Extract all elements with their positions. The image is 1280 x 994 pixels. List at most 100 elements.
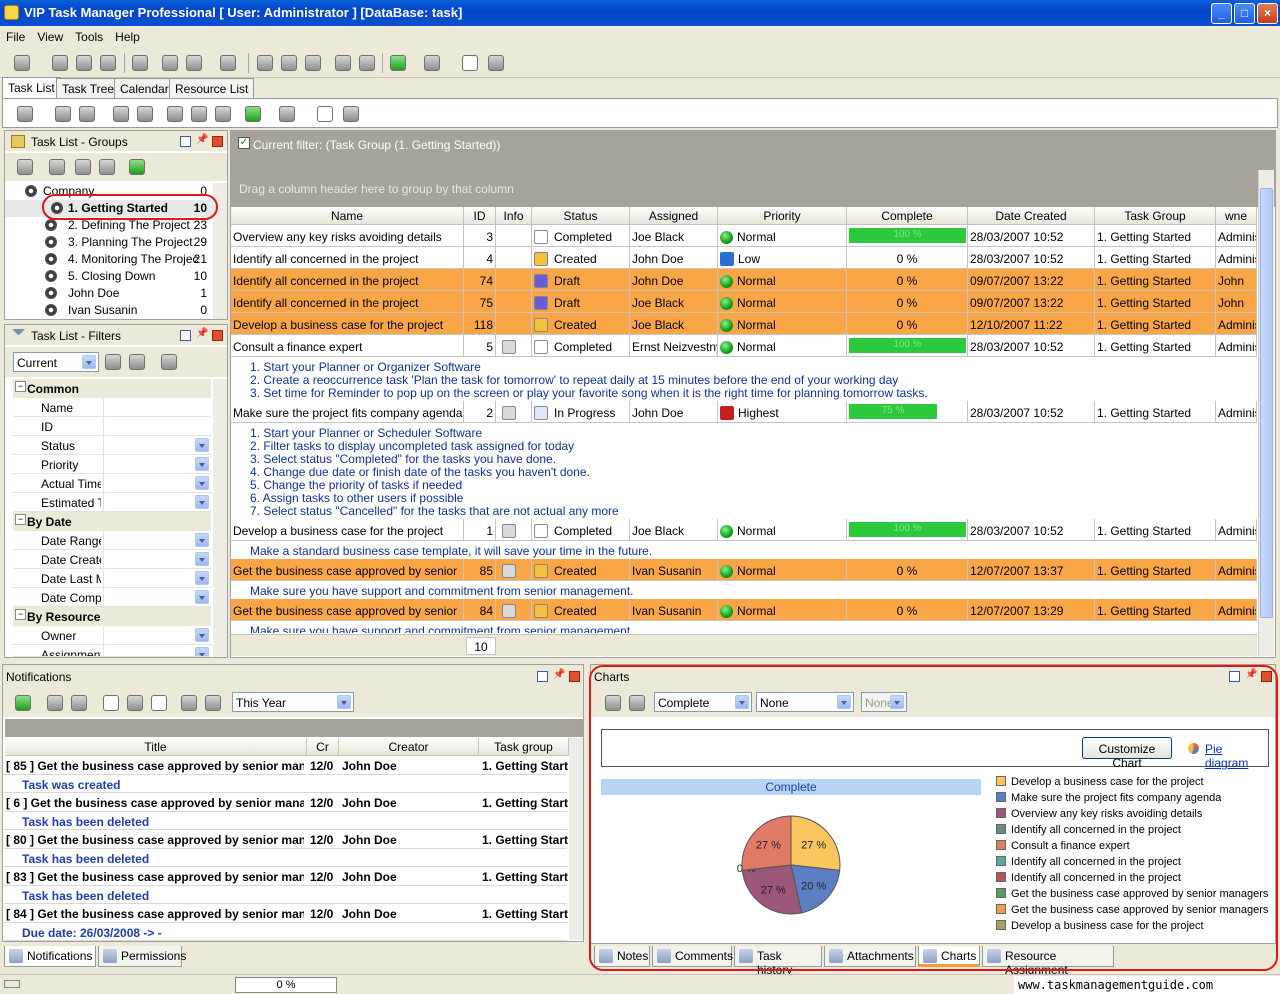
period-select[interactable]: This Year <box>232 692 354 712</box>
filter-date-last-modified[interactable]: Date Last M <box>13 569 211 588</box>
move-up-icon[interactable] <box>281 55 297 71</box>
col-assigned[interactable]: Assigned <box>630 207 718 225</box>
attachment-icon[interactable] <box>502 564 516 578</box>
close-button[interactable]: × <box>1257 3 1278 24</box>
pin-icon[interactable]: 📌 <box>553 669 565 680</box>
maximize-button[interactable]: □ <box>1234 3 1255 24</box>
attachment-icon[interactable] <box>502 604 516 618</box>
tree-item-john-doe[interactable]: John Doe 1 <box>5 285 213 302</box>
clear-filter-icon[interactable] <box>161 354 177 370</box>
refresh-icon[interactable] <box>129 159 145 175</box>
filter-priority[interactable]: Priority <box>13 455 211 474</box>
ncol-title[interactable]: Title <box>5 738 307 756</box>
new-task-icon[interactable] <box>17 106 33 122</box>
fit-columns-icon[interactable] <box>462 55 478 71</box>
move-top-icon[interactable] <box>167 106 183 122</box>
export-icon[interactable] <box>279 106 295 122</box>
edit-icon[interactable] <box>52 55 68 71</box>
minimize-button[interactable]: _ <box>1211 3 1232 24</box>
table-row[interactable]: Make sure the project fits company agend… <box>231 401 1257 423</box>
move-down-icon[interactable] <box>215 106 231 122</box>
show-changed-icon[interactable] <box>151 695 167 711</box>
col-status[interactable]: Status <box>532 207 630 225</box>
reminder-icon[interactable] <box>137 106 153 122</box>
table-row[interactable]: Overview any key risks avoiding details 3… <box>231 225 1257 247</box>
ncol-created[interactable]: Cr <box>307 738 339 756</box>
collapse-icon[interactable] <box>359 55 375 71</box>
view-options-icon[interactable] <box>343 106 359 122</box>
table-row[interactable]: Identify all concerned in the project 74 D… <box>231 269 1257 291</box>
edit-icon[interactable] <box>55 106 71 122</box>
attachment-icon[interactable] <box>502 406 516 420</box>
filter-icon[interactable] <box>132 55 148 71</box>
notification-row[interactable]: [ 85 ] Get the business case approved by… <box>4 756 568 775</box>
menu-tools[interactable]: Tools <box>69 26 109 44</box>
filter-category-by-date[interactable]: By Date <box>13 512 211 531</box>
filter-id[interactable]: ID <box>13 417 211 436</box>
panel-close-icon[interactable] <box>569 671 580 682</box>
filter-actual-time[interactable]: Actual Time <box>13 474 211 493</box>
mark-unread-icon[interactable] <box>71 695 87 711</box>
filter-estimated-time[interactable]: Estimated Ti <box>13 493 211 512</box>
delete-icon[interactable] <box>79 106 95 122</box>
table-row[interactable]: Get the business case approved by senior… <box>231 559 1257 581</box>
notification-row[interactable]: [ 6 ] Get the business case approved by … <box>4 793 568 812</box>
attachment-icon[interactable] <box>502 340 516 354</box>
save-filter-icon[interactable] <box>129 354 145 370</box>
mark-read-icon[interactable] <box>47 695 63 711</box>
find-icon[interactable] <box>162 55 178 71</box>
tree-item-closing[interactable]: 5. Closing Down 10 <box>5 268 213 285</box>
filter-name[interactable]: Name <box>13 398 211 417</box>
table-row[interactable]: Develop a business case for the project 1… <box>231 519 1257 541</box>
filter-date-completed[interactable]: Date Compl <box>13 588 211 607</box>
filter-date-range[interactable]: Date Range <box>13 531 211 550</box>
show-created-icon[interactable] <box>103 695 119 711</box>
filter-owner[interactable]: Owner <box>13 626 211 645</box>
col-id[interactable]: ID <box>464 207 496 225</box>
find-icon[interactable] <box>113 106 129 122</box>
col-name[interactable]: Name <box>231 207 464 225</box>
panel-restore-icon[interactable] <box>180 330 191 341</box>
tree-item-ivan-susanin[interactable]: Ivan Susanin 0 <box>5 302 213 319</box>
refresh-icon[interactable] <box>245 106 261 122</box>
table-row[interactable]: Develop a business case for the project 1… <box>231 313 1257 335</box>
settings-icon[interactable] <box>181 695 197 711</box>
panel-restore-icon[interactable] <box>180 136 191 147</box>
tab-task-list[interactable]: Task List <box>2 77 61 99</box>
filters-scrollbar[interactable] <box>213 379 227 657</box>
col-priority[interactable]: Priority <box>718 207 847 225</box>
menu-view[interactable]: View <box>31 26 69 44</box>
tree-item-planning[interactable]: 3. Planning The Project 29 <box>5 234 213 251</box>
notification-row[interactable]: [ 80 ] Get the business case approved by… <box>4 830 568 849</box>
table-row[interactable]: Get the business case approved by senior… <box>231 599 1257 621</box>
refresh-icon[interactable] <box>15 695 31 711</box>
table-row[interactable]: Identify all concerned in the project 4 Cr… <box>231 247 1257 269</box>
delete-group-icon[interactable] <box>99 159 115 175</box>
show-deleted-icon[interactable] <box>127 695 143 711</box>
reminder-icon[interactable] <box>186 55 202 71</box>
move-down-icon[interactable] <box>305 55 321 71</box>
print-icon[interactable] <box>220 55 236 71</box>
col-date-created[interactable]: Date Created <box>968 207 1095 225</box>
move-top-icon[interactable] <box>257 55 273 71</box>
panel-close-icon[interactable] <box>212 136 223 147</box>
expand-icon[interactable] <box>335 55 351 71</box>
table-row[interactable]: Identify all concerned in the project 75 D… <box>231 291 1257 313</box>
tab-calendar[interactable]: Calendar <box>114 78 175 98</box>
fit-columns-icon[interactable] <box>317 106 333 122</box>
panel-close-icon[interactable] <box>212 330 223 341</box>
tab-permissions[interactable]: Permissions <box>98 946 186 967</box>
filter-status[interactable]: Status <box>13 436 211 455</box>
attachment-icon[interactable] <box>502 524 516 538</box>
edit-group-icon[interactable] <box>75 159 91 175</box>
filter-icon[interactable] <box>17 159 33 175</box>
delete-icon[interactable] <box>100 55 116 71</box>
panel-restore-icon[interactable] <box>537 671 548 682</box>
grid-scroll-thumb[interactable] <box>1260 188 1273 618</box>
ncol-creator[interactable]: Creator <box>339 738 479 756</box>
notifications-scrollbar[interactable] <box>569 738 583 940</box>
apply-filter-icon[interactable] <box>105 354 121 370</box>
group-by-area[interactable]: Drag a column header here to group by th… <box>231 167 1275 207</box>
filter-category-by-resource[interactable]: By Resource <box>13 607 211 626</box>
pin-icon[interactable]: 📌 <box>196 328 208 339</box>
